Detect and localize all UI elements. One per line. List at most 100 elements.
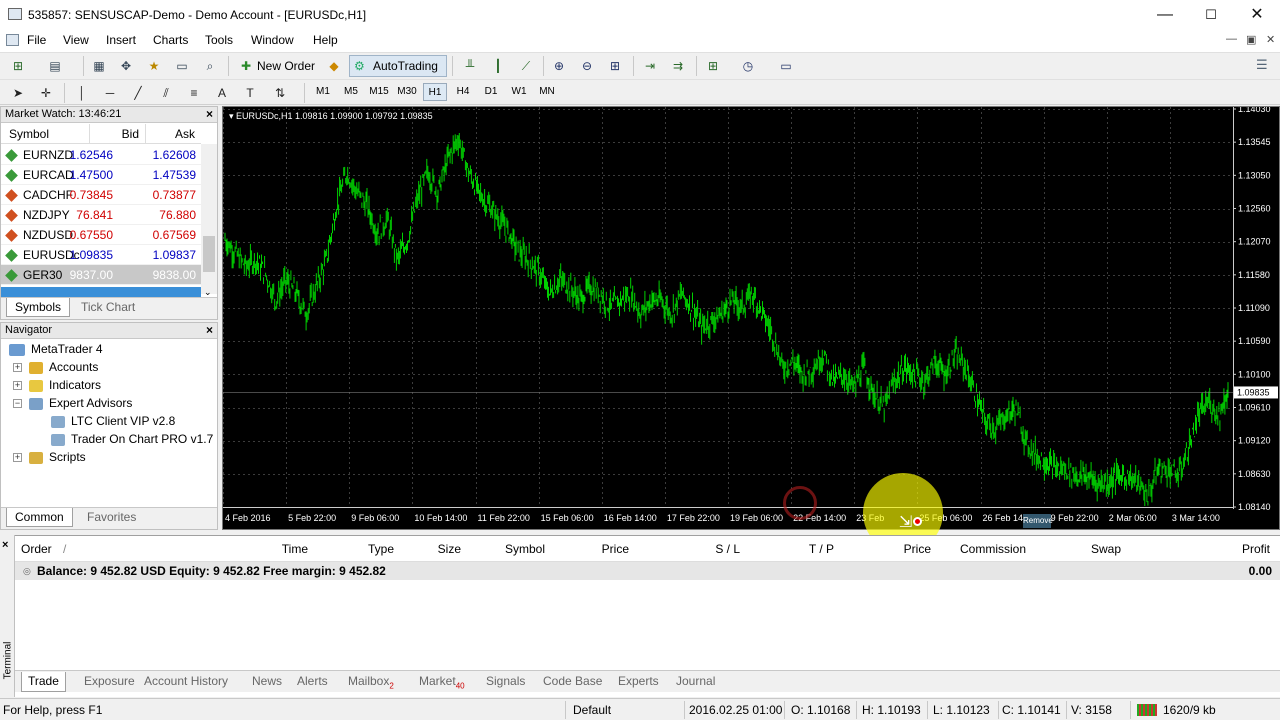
column-symbol[interactable]: Symbol [505,542,545,556]
market-watch-partial-row[interactable] [1,287,201,297]
expand-icon[interactable]: + [13,363,22,372]
tab-exposure[interactable]: Exposure [78,672,141,692]
tab-news[interactable]: News [246,672,288,692]
metaeditor-icon[interactable]: ◆ [324,57,344,75]
maximize-button[interactable]: ☐ [1188,0,1234,30]
chart-shift-icon[interactable]: ⇥ [640,57,660,75]
collapse-icon[interactable]: − [13,399,22,408]
menu-file[interactable]: File [27,33,46,47]
timeframe-m30[interactable]: M30 [395,83,419,101]
child-minimize-icon[interactable]: — [1226,33,1237,45]
tab-alerts[interactable]: Alerts [291,672,334,692]
menu-help[interactable]: Help [313,33,338,47]
crosshair-icon[interactable]: ✛ [36,84,56,102]
close-button[interactable]: ✕ [1234,0,1280,30]
text-icon[interactable]: A [212,84,232,102]
data-window-icon[interactable]: ✥ [116,57,136,75]
zoom-out-icon[interactable]: ⊖ [577,57,597,75]
child-close-icon[interactable]: ✕ [1266,33,1275,46]
candlestick-icon[interactable]: ┃ [488,57,508,75]
toolbar-options-icon[interactable]: ☰ [1256,57,1268,73]
new-order-button[interactable]: New Order [253,57,319,76]
nav-metatrader4[interactable]: MetaTrader 4 [9,340,103,358]
menu-tools[interactable]: Tools [205,33,233,47]
menu-insert[interactable]: Insert [106,33,136,47]
nav-ea-ltc-client[interactable]: LTC Client VIP v2.8 [51,412,175,430]
cursor-icon[interactable]: ➤ [8,84,28,102]
timeframe-m5[interactable]: M5 [339,83,363,101]
market-watch-row[interactable]: GER30 9837.00 9838.00 [1,265,201,285]
trendline-icon[interactable]: ╱ [128,84,148,102]
tab-tick-chart[interactable]: Tick Chart [73,298,143,317]
bar-chart-icon[interactable]: ╨ [460,57,480,75]
timeframe-m15[interactable]: M15 [367,83,391,101]
periods-icon[interactable]: ◷ [738,57,758,75]
column-price-current[interactable]: Price [904,542,931,556]
column-size[interactable]: Size [438,542,461,556]
column-tp[interactable]: T / P [809,542,834,556]
close-icon[interactable]: × [206,323,213,338]
column-swap[interactable]: Swap [1091,542,1121,556]
tile-windows-icon[interactable]: ⊞ [605,57,625,75]
tab-signals[interactable]: Signals [480,672,531,692]
profiles-icon[interactable]: ▤ [45,57,65,75]
expand-icon[interactable]: + [13,381,22,390]
column-order[interactable]: Order [21,542,52,556]
arrows-icon[interactable]: ⇅ [270,84,290,102]
templates-icon[interactable]: ▭ [776,57,796,75]
market-watch-row[interactable]: EURCAD 1.47500 1.47539 [1,165,201,185]
autotrading-button[interactable]: ⚙ AutoTrading [349,55,447,77]
tab-journal[interactable]: Journal [670,672,721,692]
line-chart-icon[interactable]: ⟋ [516,57,536,75]
remove-button[interactable]: Remove [1023,514,1053,528]
nav-ea-trader-on-chart[interactable]: Trader On Chart PRO v1.7 [51,430,213,448]
tab-experts[interactable]: Experts [612,672,665,692]
tab-mailbox[interactable]: Mailbox2 [342,672,400,692]
terminal-icon[interactable]: ▭ [172,57,192,75]
menu-view[interactable]: View [63,33,89,47]
column-price[interactable]: Price [602,542,629,556]
column-time[interactable]: Time [282,542,308,556]
column-sl[interactable]: S / L [715,542,740,556]
indicators-list-icon[interactable]: ⊞ [703,57,723,75]
column-type[interactable]: Type [368,542,394,556]
nav-expert-advisors[interactable]: Expert Advisors [29,394,132,412]
channel-icon[interactable]: ⫽ [156,84,176,102]
market-watch-row[interactable]: EURUSDc 1.09835 1.09837 [1,245,201,265]
menu-charts[interactable]: Charts [153,33,188,47]
market-watch-scrollbar[interactable]: ⌄ [201,144,217,297]
balance-row[interactable]: ◎ Balance: 9 452.82 USD Equity: 9 452.82… [15,562,1280,580]
chart-canvas[interactable]: 1.14030 1.13545 1.13050 1.12560 1.12070 1.115… [223,107,1279,529]
nav-scripts[interactable]: Scripts [29,448,86,466]
text-label-icon[interactable]: T [240,84,260,102]
auto-scroll-icon[interactable]: ⇉ [668,57,688,75]
status-profile[interactable]: Default [573,703,611,717]
market-watch-row[interactable]: EURNZD 1.62546 1.62608 [1,145,201,165]
timeframe-w1[interactable]: W1 [507,83,531,101]
tab-favorites[interactable]: Favorites [79,508,144,527]
child-restore-icon[interactable]: ▣ [1246,33,1256,46]
tab-account-history[interactable]: Account History [138,672,234,692]
connection-icon[interactable] [1137,704,1157,716]
timeframe-d1[interactable]: D1 [479,83,503,101]
child-window-icon[interactable] [6,34,19,46]
close-icon[interactable]: × [2,539,8,551]
close-icon[interactable]: × [206,107,213,122]
price-chart[interactable]: 1.14030 1.13545 1.13050 1.12560 1.12070 1.115… [222,106,1280,553]
expand-icon[interactable]: + [13,453,22,462]
minimize-button[interactable]: — [1142,0,1188,30]
strategy-tester-icon[interactable]: ⌕ [200,57,220,75]
tab-symbols[interactable]: Symbols [6,298,71,317]
market-watch-row[interactable]: CADCHF 0.73845 0.73877 [1,185,201,205]
tab-common[interactable]: Common [6,508,73,527]
nav-accounts[interactable]: Accounts [29,358,98,376]
navigator-icon[interactable]: ★ [144,57,164,75]
tab-code-base[interactable]: Code Base [537,672,608,692]
market-watch-row[interactable]: NZDJPY 76.841 76.880 [1,205,201,225]
timeframe-h1[interactable]: H1 [423,83,447,101]
menu-window[interactable]: Window [251,33,294,47]
zoom-in-icon[interactable]: ⊕ [549,57,569,75]
timeframe-h4[interactable]: H4 [451,83,475,101]
tab-trade[interactable]: Trade [21,672,66,692]
market-watch-row[interactable]: NZDUSD 0.67550 0.67569 [1,225,201,245]
